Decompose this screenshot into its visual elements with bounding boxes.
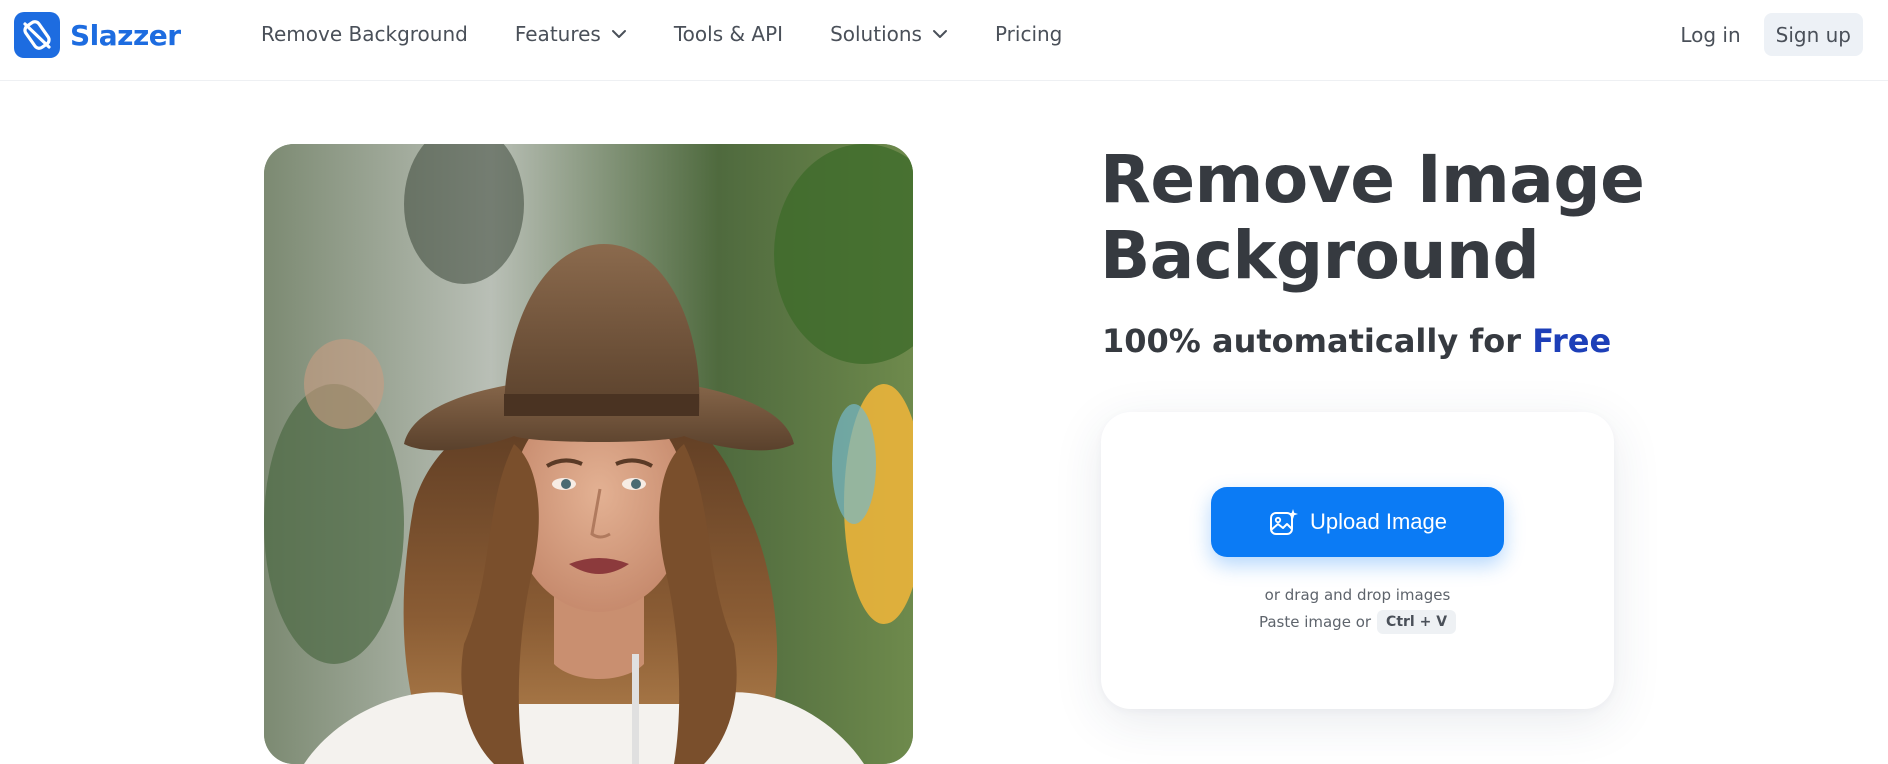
title-line-2: Background (1100, 217, 1540, 294)
upload-button-label: Upload Image (1310, 509, 1447, 534)
brand-logo[interactable]: Slazzer (14, 12, 181, 58)
drag-drop-hint: or drag and drop images (1264, 586, 1451, 604)
nav-label: Remove Background (261, 21, 468, 46)
page-title: Remove Image Background (1100, 142, 1800, 294)
hero-photo (264, 144, 913, 764)
nav-pricing[interactable]: Pricing (995, 22, 1062, 46)
brand-name: Slazzer (70, 18, 181, 52)
nav-features[interactable]: Features (515, 22, 627, 46)
upload-card[interactable]: Upload Image or drag and drop images Pas… (1101, 412, 1614, 709)
nav-label: Tools & API (673, 21, 784, 46)
signup-button[interactable]: Sign up (1763, 13, 1863, 56)
chevron-down-icon (611, 29, 627, 39)
nav-tools-api[interactable]: Tools & API (674, 22, 783, 46)
woman-portrait-image (264, 144, 913, 764)
slazzer-logo-icon (14, 12, 60, 58)
paste-hint: Paste image or Ctrl + V (1101, 610, 1614, 634)
hero-subtitle: 100% automatically for Free (1102, 322, 1611, 360)
upload-image-button[interactable]: Upload Image (1211, 487, 1504, 557)
nav-label: Features (514, 21, 601, 46)
subtitle-prefix: 100% automatically for (1102, 322, 1533, 360)
nav-remove-background[interactable]: Remove Background (261, 22, 468, 46)
paste-text: Paste image or (1258, 613, 1372, 631)
main-nav: Remove Background Features Tools & API S… (261, 0, 1109, 67)
nav-solutions[interactable]: Solutions (830, 22, 948, 46)
login-link[interactable]: Log in (1680, 23, 1740, 47)
title-line-1: Remove Image (1100, 141, 1645, 218)
auth-actions: Log in Sign up (1680, 13, 1863, 56)
chevron-down-icon (932, 29, 948, 39)
subtitle-highlight: Free (1532, 322, 1612, 360)
site-header: Slazzer Remove Background Features Tools… (0, 0, 1888, 81)
shortcut-badge: Ctrl + V (1377, 610, 1457, 634)
nav-label: Pricing (994, 21, 1063, 46)
nav-label: Solutions (830, 21, 922, 46)
image-sparkle-icon (1268, 507, 1298, 537)
